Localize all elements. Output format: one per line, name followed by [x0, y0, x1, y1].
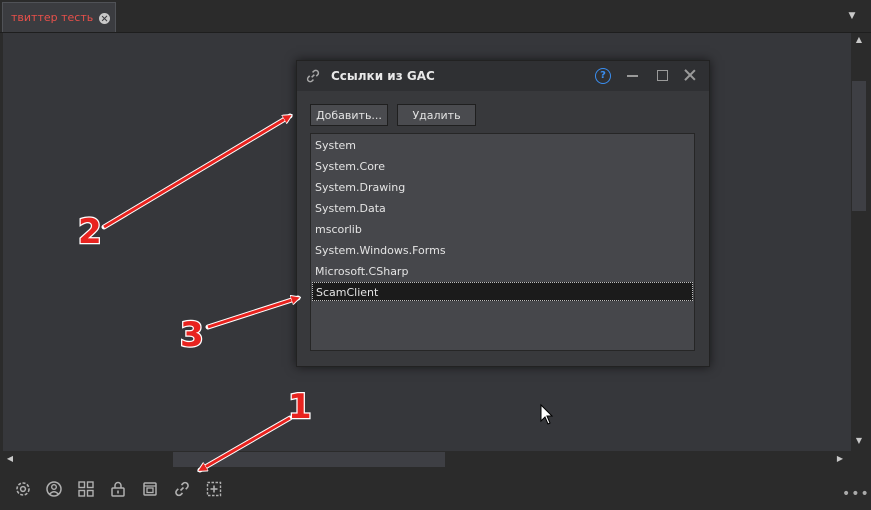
lock-icon[interactable] [109, 480, 127, 498]
link-icon [305, 68, 321, 84]
horizontal-scrollbar[interactable]: ◀ ▶ [3, 451, 851, 468]
minimize-icon[interactable] [627, 75, 638, 77]
tab-close-icon[interactable] [99, 13, 110, 24]
vertical-scroll-thumb[interactable] [852, 81, 866, 211]
scroll-left-icon[interactable]: ◀ [5, 454, 15, 464]
horizontal-scroll-thumb[interactable] [173, 452, 445, 467]
vertical-scrollbar[interactable]: ▲ ▼ [851, 33, 867, 451]
add-button[interactable]: Добавить... [310, 104, 388, 126]
more-options-icon[interactable]: ••• [842, 486, 870, 502]
scroll-right-icon[interactable]: ▶ [835, 454, 845, 464]
delete-button[interactable]: Удалить [397, 104, 476, 126]
user-circle-icon[interactable] [45, 480, 63, 498]
list-item-selected[interactable]: ScamClient [312, 282, 693, 301]
close-icon[interactable] [683, 68, 697, 82]
maximize-icon[interactable] [657, 70, 668, 81]
dialog-title: Ссылки из GAC [331, 69, 435, 83]
chevron-down-icon[interactable]: ▼ [846, 10, 858, 22]
dialog-titlebar[interactable]: Ссылки из GAC ? [297, 61, 709, 91]
settings-icon[interactable] [14, 480, 32, 498]
list-item[interactable]: Microsoft.CSharp [315, 262, 408, 281]
tab-label: твиттер тесть [11, 11, 94, 24]
help-icon[interactable]: ? [595, 68, 611, 84]
add-box-icon[interactable] [205, 480, 223, 498]
gac-references-dialog: Ссылки из GAC ? Добавить... Удалить Syst… [296, 60, 710, 367]
list-item[interactable]: System [315, 136, 356, 155]
package-icon[interactable] [141, 480, 159, 498]
scroll-down-icon[interactable]: ▼ [854, 436, 864, 446]
list-item[interactable]: System.Data [315, 199, 386, 218]
bottom-toolbar: ••• [0, 470, 871, 510]
list-item[interactable]: mscorlib [315, 220, 362, 239]
tab-bar: твиттер тесть ▼ [0, 0, 871, 33]
grid-icon[interactable] [77, 480, 95, 498]
list-item[interactable]: System.Drawing [315, 178, 405, 197]
list-item[interactable]: System.Core [315, 157, 385, 176]
scroll-up-icon[interactable]: ▲ [854, 35, 864, 45]
link-icon[interactable] [173, 480, 191, 498]
gac-references-list[interactable]: System System.Core System.Drawing System… [310, 133, 695, 351]
tab-twitter-test[interactable]: твиттер тесть [2, 2, 116, 32]
list-item[interactable]: System.Windows.Forms [315, 241, 446, 260]
